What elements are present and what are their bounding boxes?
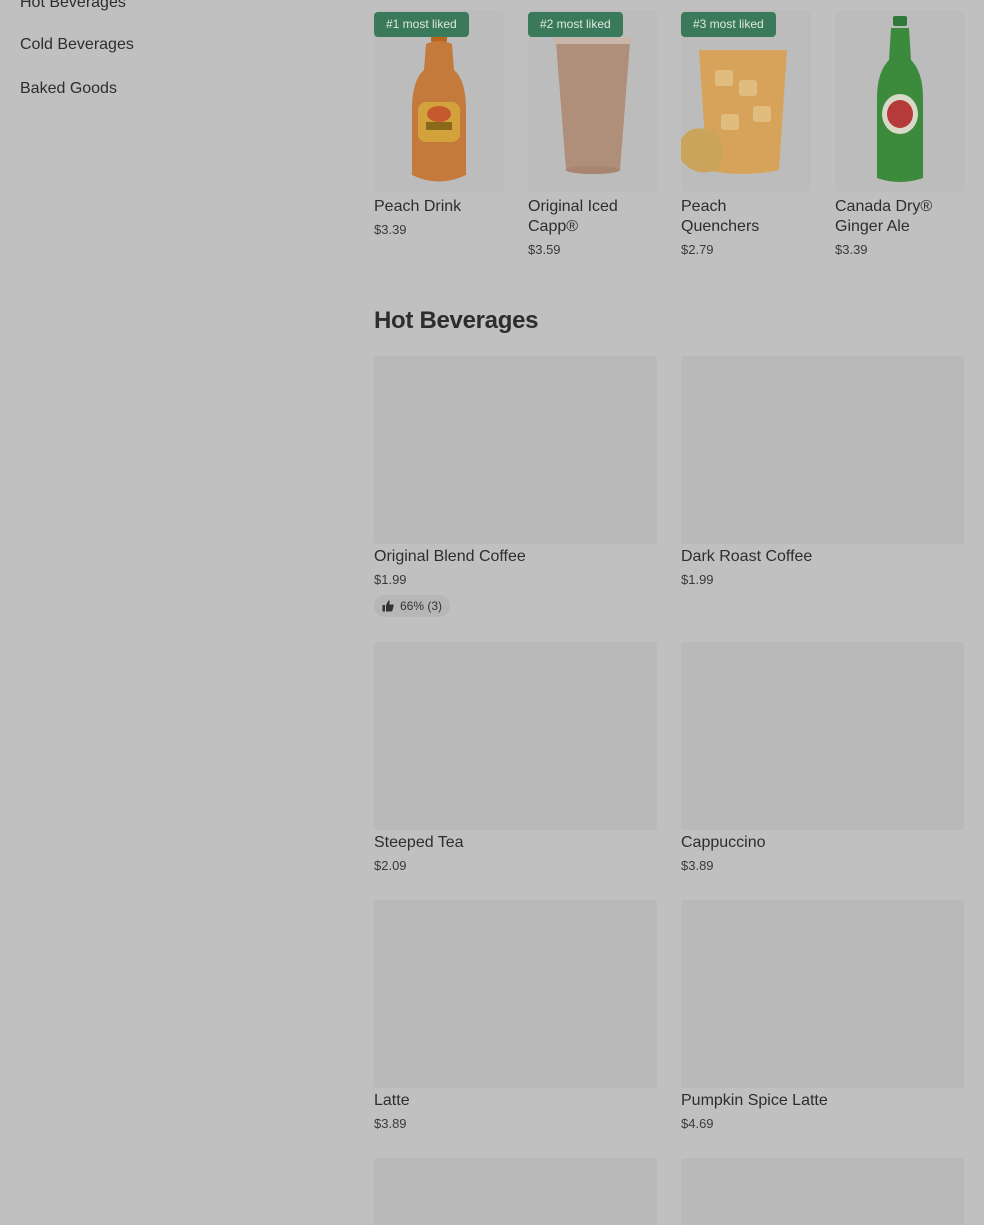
product-price: $1.99 bbox=[374, 572, 407, 587]
product-name: Dark Roast Coffee bbox=[681, 548, 813, 565]
product-name: Latte bbox=[374, 1092, 410, 1109]
section-title: Hot Beverages bbox=[374, 307, 539, 334]
product-price: $3.89 bbox=[681, 858, 714, 873]
most-liked-badge: #2 most liked bbox=[528, 12, 623, 37]
peach-drink-image bbox=[374, 10, 504, 192]
product-name: Original Iced Capp® bbox=[528, 198, 618, 235]
product-name: Peach Drink bbox=[374, 198, 462, 215]
peach-quenchers-image bbox=[681, 10, 811, 192]
product-image-placeholder bbox=[681, 1158, 964, 1225]
product-name: Steeped Tea bbox=[374, 834, 464, 851]
product-image-placeholder bbox=[374, 1158, 657, 1225]
product-name: Cappuccino bbox=[681, 834, 766, 851]
ginger-ale-image bbox=[835, 10, 965, 192]
product-image-placeholder bbox=[681, 642, 964, 830]
product-price: $4.69 bbox=[681, 1116, 714, 1131]
product-name: Peach Quenchers bbox=[681, 198, 760, 235]
product-price: $2.79 bbox=[681, 242, 714, 257]
rating-text: 66% (3) bbox=[400, 599, 443, 613]
product-price: $2.09 bbox=[374, 858, 407, 873]
sidebar-item-baked-goods[interactable]: Baked Goods bbox=[20, 80, 117, 98]
product-price: $3.59 bbox=[528, 242, 561, 257]
ginger-ale-bottle-icon bbox=[877, 16, 923, 182]
product-price: $1.99 bbox=[681, 572, 714, 587]
iced-capp-image bbox=[528, 10, 658, 192]
product-name: Original Blend Coffee bbox=[374, 548, 526, 565]
product-image-placeholder bbox=[681, 900, 964, 1088]
product-image-placeholder bbox=[374, 642, 657, 830]
most-liked-badge: #3 most liked bbox=[681, 12, 776, 37]
product-image-placeholder bbox=[681, 356, 964, 544]
product-card-partial[interactable] bbox=[681, 1158, 964, 1225]
product-image-placeholder bbox=[374, 356, 657, 544]
iced-capp-cup-icon bbox=[554, 38, 632, 174]
product-image-placeholder bbox=[374, 900, 657, 1088]
thumbs-up-icon bbox=[382, 600, 394, 612]
peach-drink-bottle-icon bbox=[412, 32, 466, 182]
sidebar-item-cold-beverages[interactable]: Cold Beverages bbox=[20, 36, 134, 54]
product-name: Pumpkin Spice Latte bbox=[681, 1092, 828, 1109]
peach-quencher-cup-icon bbox=[681, 50, 787, 174]
sidebar-item-hot-beverages[interactable]: Hot Beverages bbox=[20, 0, 126, 12]
rating-badge: 66% (3) bbox=[374, 595, 451, 617]
product-card-partial[interactable] bbox=[374, 1158, 657, 1225]
product-price: $3.89 bbox=[374, 1116, 407, 1131]
most-liked-badge: #1 most liked bbox=[374, 12, 469, 37]
product-price: $3.39 bbox=[835, 242, 868, 257]
product-name: Canada Dry® Ginger Ale bbox=[835, 198, 933, 235]
product-price: $3.39 bbox=[374, 222, 407, 237]
